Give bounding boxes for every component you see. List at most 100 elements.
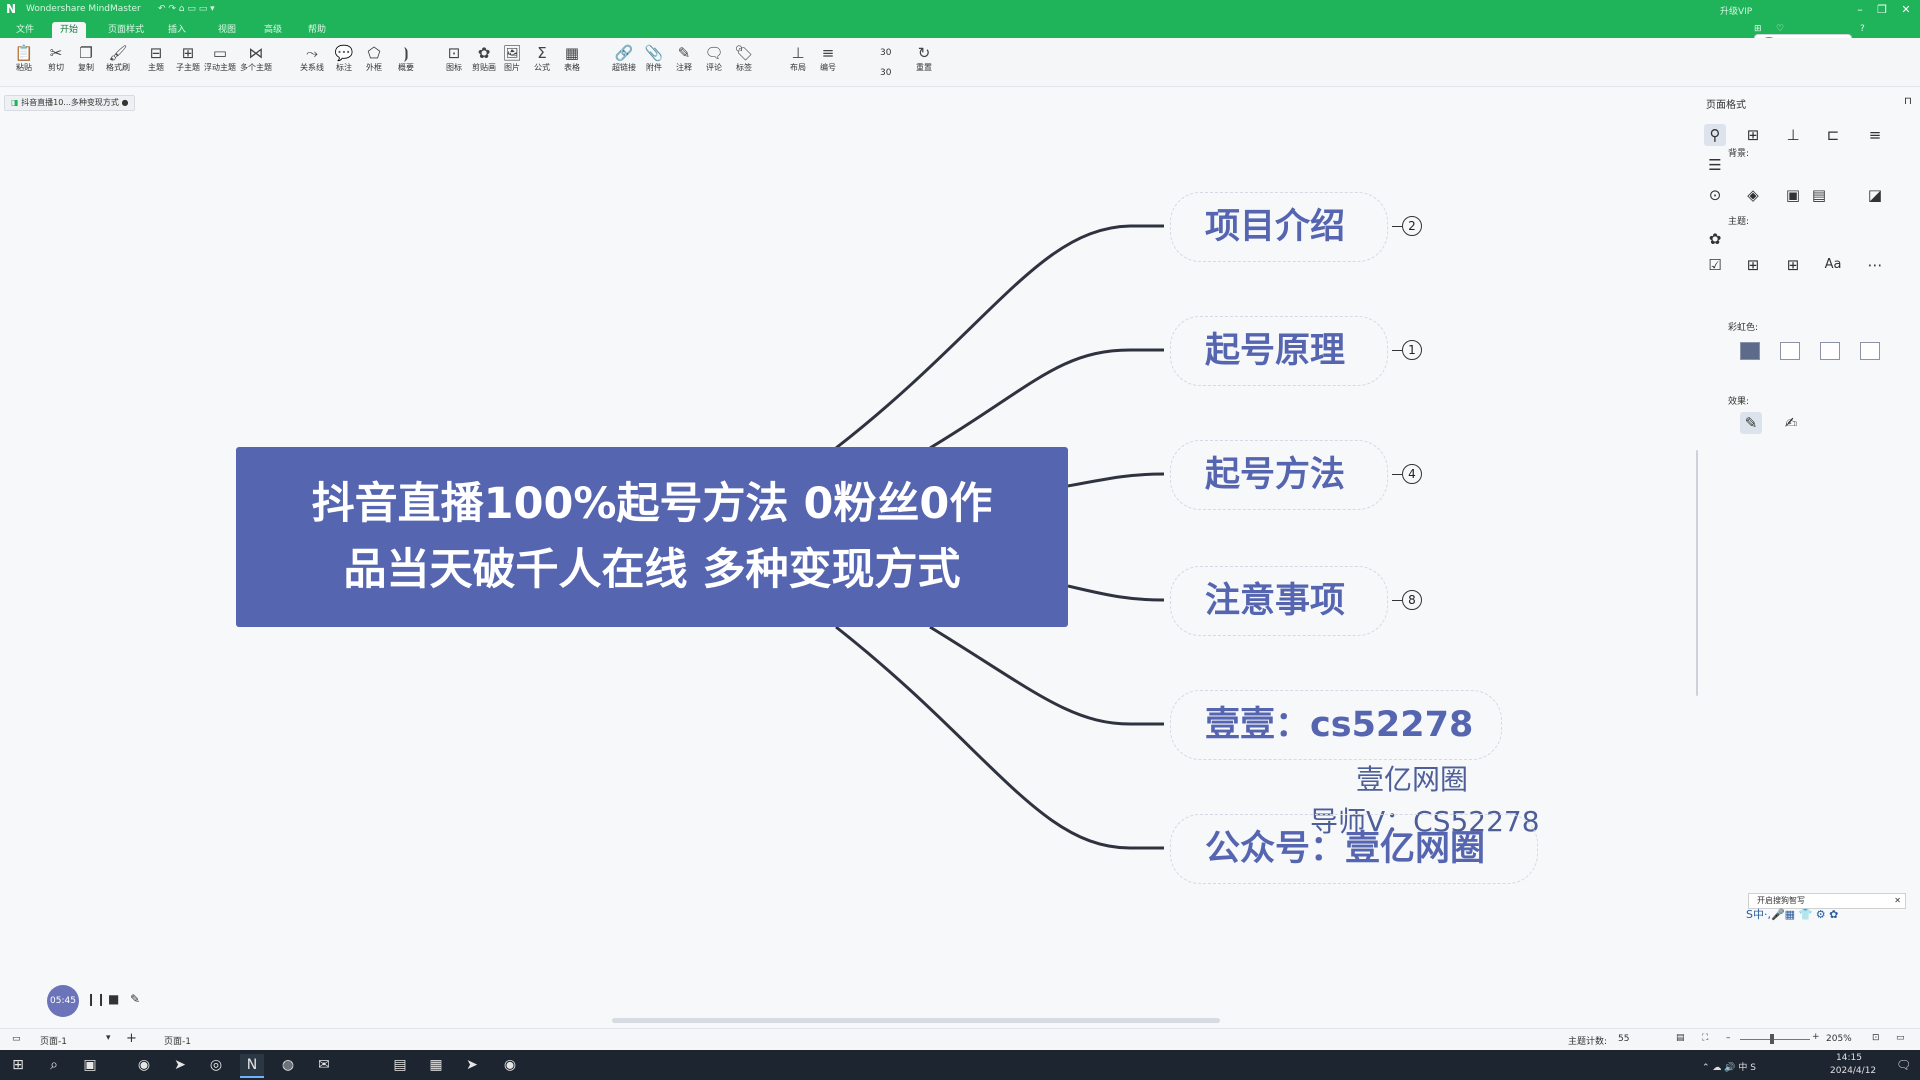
rainbow-option-2[interactable]	[1780, 342, 1800, 360]
fit-page-icon[interactable]: ▤	[1676, 1033, 1685, 1043]
toolbar-item-8[interactable]: ⤳ 关系线	[296, 44, 328, 84]
toolbar-item-1[interactable]: ✂ 剪切	[40, 44, 72, 84]
toolbar-item-2[interactable]: ❐ 复制	[70, 44, 102, 84]
effect-pen-icon[interactable]: ✍	[1780, 412, 1802, 434]
toolbar-item-20[interactable]: 🗨 评论	[698, 44, 730, 84]
rainbow-option-4[interactable]	[1860, 342, 1880, 360]
layout-grid-icon[interactable]: ⊞	[1742, 124, 1764, 146]
zoom-level[interactable]: 205%	[1826, 1034, 1852, 1044]
toolbar-item-10[interactable]: ⬠ 外框	[358, 44, 390, 84]
page-tab[interactable]: 页面-1	[164, 1034, 191, 1047]
fullscreen-icon[interactable]: ⛶	[1702, 1033, 1708, 1043]
toolbar-item-4[interactable]: ⊟ 主题	[140, 44, 172, 84]
fit-icon[interactable]: ⊡	[1872, 1033, 1880, 1043]
toolbar-item-3[interactable]: 🖌 格式刷	[102, 44, 134, 84]
wechat-icon[interactable]: ✉	[312, 1054, 336, 1076]
app-icon-4[interactable]: ▦	[424, 1054, 448, 1076]
toolbar-item-15[interactable]: Σ 公式	[526, 44, 558, 84]
toolbar-item-21[interactable]: 🏷 标签	[728, 44, 760, 84]
central-topic[interactable]: 抖音直播100%起号方法 0粉丝0作 品当天破千人在线 多种变现方式	[236, 447, 1068, 627]
pause-icon[interactable]: ❙❙	[86, 992, 106, 1006]
list-icon[interactable]: ☰	[1704, 154, 1726, 176]
branch-topic-4[interactable]: 注意事项	[1205, 566, 1345, 636]
mindmaster-icon[interactable]: N	[240, 1054, 264, 1078]
stop-icon[interactable]: ■	[108, 992, 119, 1006]
toolbar-item-16[interactable]: ▦ 表格	[556, 44, 588, 84]
org-layout-icon[interactable]: ⊥	[1782, 124, 1804, 146]
connector-style-icon[interactable]: ⊏	[1822, 124, 1844, 146]
page-format-icon[interactable]: ⚲	[1704, 124, 1726, 146]
app-icon-5[interactable]: ➤	[460, 1054, 484, 1076]
fill-color-icon[interactable]: ◈	[1742, 184, 1764, 206]
rainbow-option-1[interactable]	[1740, 342, 1760, 360]
present-icon[interactable]: ▭	[1896, 1033, 1905, 1043]
toolbar-item-11[interactable]: ⦘ 概要	[390, 44, 422, 84]
horizontal-scrollbar[interactable]	[612, 1018, 1220, 1023]
spacing-v-value[interactable]: 30	[880, 68, 891, 78]
collapse-count-badge-2[interactable]: 1	[1402, 340, 1422, 360]
collapse-count-badge-3[interactable]: 4	[1402, 464, 1422, 484]
clipart-icon[interactable]: ✿	[1704, 228, 1726, 250]
tab-page-style[interactable]: 页面样式	[100, 22, 152, 38]
zoom-slider[interactable]	[1740, 1039, 1810, 1040]
system-tray[interactable]: ⌃ ☁ 🔊 中 S	[1702, 1060, 1756, 1073]
heart-icon[interactable]: ♡	[1776, 24, 1784, 34]
tab-insert[interactable]: 插入	[160, 22, 194, 38]
zoom-in-icon[interactable]: +	[1812, 1032, 1820, 1042]
tab-help[interactable]: 帮助	[300, 22, 334, 38]
help-icon[interactable]: ?	[1860, 24, 1865, 34]
effect-hand-drawn-icon[interactable]: ✎	[1740, 412, 1762, 434]
collapse-count-badge-4[interactable]: 8	[1402, 590, 1422, 610]
calendar-icon[interactable]: ☑	[1704, 254, 1726, 276]
toolbar-item-14[interactable]: 🖼 图片	[496, 44, 528, 84]
zoom-out-icon[interactable]: –	[1726, 1033, 1731, 1043]
branch-topic-2[interactable]: 起号原理	[1205, 316, 1345, 386]
browser-icon[interactable]: ◎	[204, 1054, 228, 1076]
tab-view[interactable]: 视图	[210, 22, 244, 38]
task-view-icon[interactable]: ▣	[78, 1054, 102, 1076]
toolbar-item-17[interactable]: 🔗 超链接	[608, 44, 640, 84]
background-picture-icon[interactable]: ▤	[1808, 184, 1830, 206]
toolbar-item-24[interactable]: ↻ 重置	[908, 44, 940, 84]
toolbar-item-6[interactable]: ▭ 浮动主题	[204, 44, 236, 84]
theme-grid-icon[interactable]: ⊞	[1742, 254, 1764, 276]
rainbow-option-3[interactable]	[1820, 342, 1840, 360]
quick-access-toolbar[interactable]: ↶ ↷ ⌂ ▭ ▭ ▾	[158, 4, 215, 14]
ime-toolbar[interactable]: S中·,🎤▦ 👕 ⚙ ✿	[1746, 906, 1838, 928]
theme-font-button[interactable]: Aa	[1822, 254, 1844, 276]
chrome-icon[interactable]: ◍	[276, 1054, 300, 1076]
tab-start[interactable]: 开始	[52, 22, 87, 38]
minimize-button[interactable]: –	[1852, 2, 1868, 18]
maximize-button[interactable]: ❐	[1874, 2, 1890, 18]
recorder-timer[interactable]: 05:45	[47, 985, 79, 1017]
toolbar-item-9[interactable]: 💬 标注	[328, 44, 360, 84]
page-view-icon[interactable]: ▭	[12, 1034, 21, 1044]
target-icon[interactable]: ⊙	[1704, 184, 1726, 206]
close-icon[interactable]: ✕	[1894, 894, 1901, 908]
zoom-slider-thumb[interactable]	[1770, 1034, 1774, 1044]
pen-icon[interactable]: ✎	[130, 992, 140, 1006]
tab-file[interactable]: 文件	[8, 22, 42, 38]
toolbar-item-7[interactable]: ⋈ 多个主题	[240, 44, 272, 84]
close-button[interactable]: ✕	[1898, 2, 1914, 18]
app-icon-6[interactable]: ◉	[498, 1054, 522, 1076]
pin-icon[interactable]: ⊓	[1904, 96, 1912, 107]
toolbar-item-22[interactable]: ⊥ 布局	[782, 44, 814, 84]
theme-style-icon[interactable]: ⊞	[1782, 254, 1804, 276]
spacing-h-value[interactable]: 30	[880, 48, 891, 58]
toolbar-item-23[interactable]: ≡ 编号	[812, 44, 844, 84]
notification-icon[interactable]: 🗨	[1896, 1058, 1911, 1072]
upgrade-vip-button[interactable]: 升级VIP	[1720, 4, 1752, 17]
collapse-count-badge-1[interactable]: 2	[1402, 216, 1422, 236]
app-icon-3[interactable]: ▤	[388, 1054, 412, 1076]
background-image-icon[interactable]: ▣	[1782, 184, 1804, 206]
branch-topic-6[interactable]: 公众号：壹亿网圈	[1205, 814, 1485, 884]
theme-more-icon[interactable]: ⋯	[1864, 254, 1886, 276]
search-icon[interactable]: ⌕	[42, 1054, 66, 1076]
chevron-down-icon[interactable]: ▾	[106, 1033, 111, 1043]
app-icon-2[interactable]: ➤	[168, 1054, 192, 1076]
add-page-icon[interactable]: +	[126, 1031, 137, 1046]
numbering-icon[interactable]: ≡	[1864, 124, 1886, 146]
page-selector[interactable]: 页面-1	[40, 1034, 67, 1047]
branch-topic-3[interactable]: 起号方法	[1205, 440, 1345, 510]
